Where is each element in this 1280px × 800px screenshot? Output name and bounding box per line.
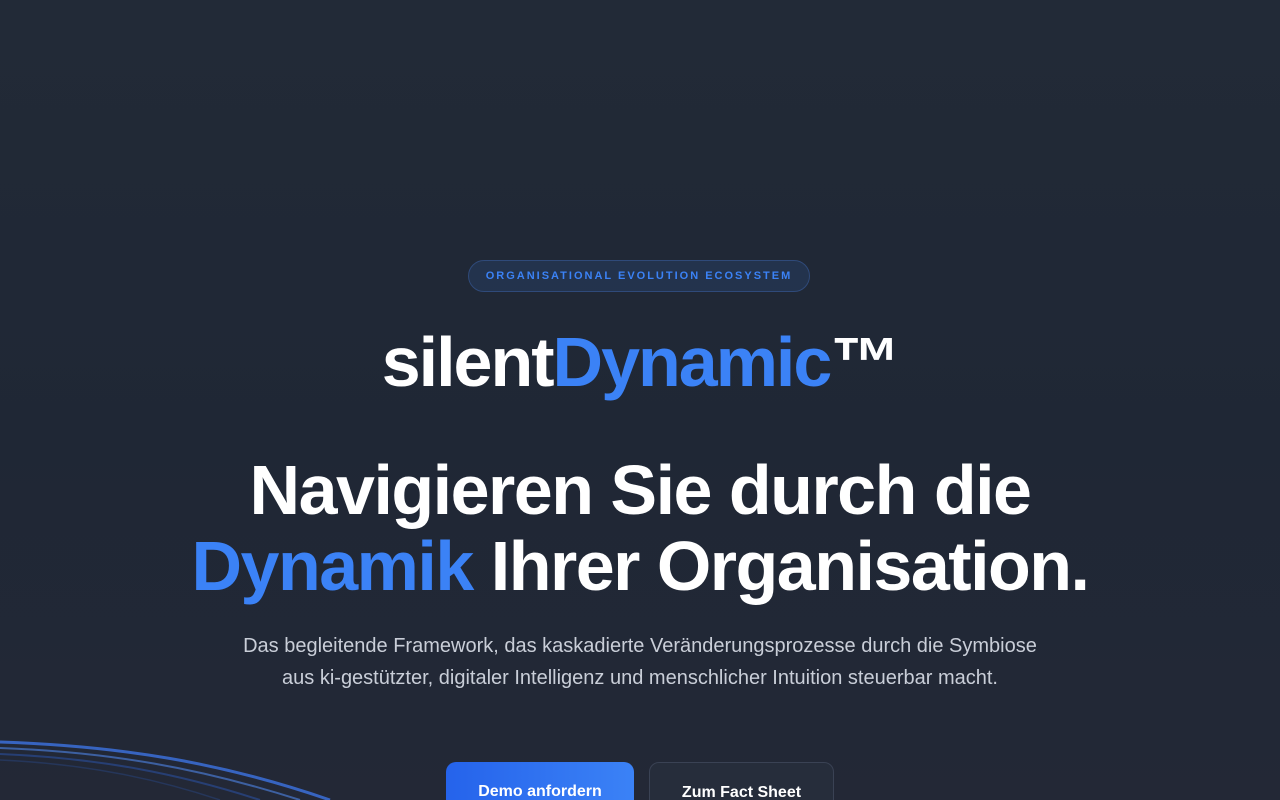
subtitle-line2: aus ki-gestützter, digitaler Intelligenz…	[282, 667, 998, 689]
hero-section: ORGANISATIONAL EVOLUTION ECOSYSTEM silen…	[0, 0, 1280, 800]
headline-highlight: Dynamik	[191, 527, 475, 605]
headline-line2: Ihrer Organisation.	[472, 527, 1090, 605]
subtitle: Das begleitende Framework, das kaskadier…	[0, 630, 1280, 694]
trademark-symbol: ™	[830, 323, 900, 401]
brand-name-part1: silent	[381, 323, 555, 401]
subtitle-line1: Das begleitende Framework, das kaskadier…	[243, 635, 1037, 657]
headline: Navigieren Sie durch die Dynamik Ihrer O…	[0, 452, 1280, 604]
fact-sheet-button[interactable]: Zum Fact Sheet	[649, 762, 834, 800]
tagline-badge: ORGANISATIONAL EVOLUTION ECOSYSTEM	[468, 260, 810, 292]
demo-request-button[interactable]: Demo anfordern	[446, 762, 634, 800]
brand-title: silentDynamic™	[0, 322, 1280, 402]
headline-line1: Navigieren Sie durch die	[249, 451, 1032, 529]
brand-name-part2: Dynamic	[552, 323, 833, 401]
